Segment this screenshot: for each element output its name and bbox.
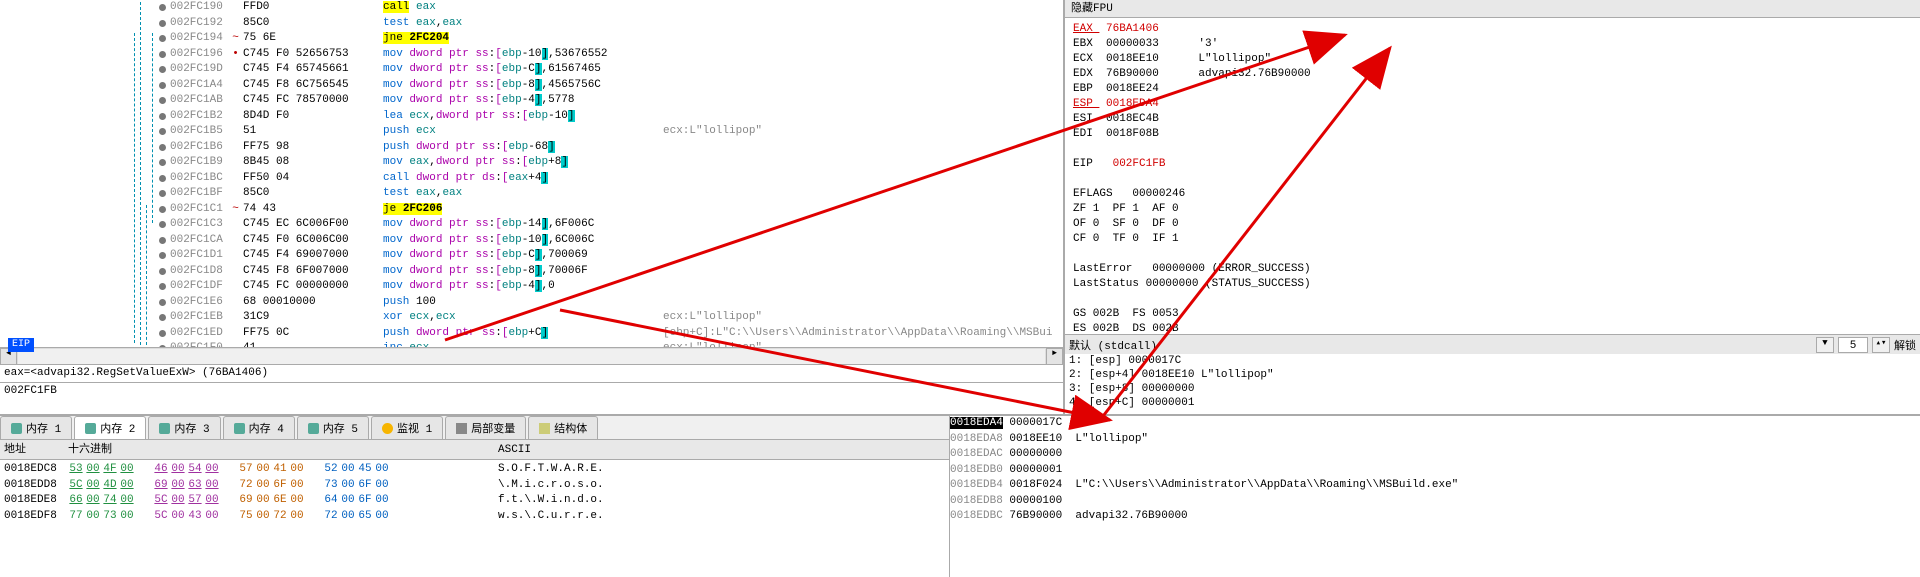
hex-row[interactable]: 0018EDE866007400 5C005700 69006E00 64006… — [0, 493, 949, 509]
mem-icon — [159, 423, 170, 434]
callconv-bar: 默认 (stdcall) ▼ ▴▾ 解锁 — [1065, 334, 1920, 354]
disasm-hscrollbar[interactable]: ◄ ► — [0, 347, 1063, 364]
disasm-row[interactable]: 002FC1ABC745 FC 78570000mov dword ptr ss… — [0, 93, 1063, 109]
eip-badge: EIP — [8, 338, 34, 352]
hex-header-addr: 地址 — [0, 440, 68, 459]
disasm-row[interactable]: 002FC1CAC745 F0 6C006C00mov dword ptr ss… — [0, 233, 1063, 249]
stack-row[interactable]: 0018EDBC 76B90000 advapi32.76B90000 — [950, 509, 1920, 525]
callconv-arg[interactable]: 4: [esp+C] 00000001 — [1069, 396, 1916, 410]
hex-header: 地址 十六进制 ASCII — [0, 440, 949, 460]
tab-监视 1[interactable]: 监视 1 — [371, 416, 443, 439]
mem-icon — [234, 423, 245, 434]
mem-icon — [11, 423, 22, 434]
disasm-row[interactable]: 002FC1EDFF75 0Cpush dword ptr ss:[ebp+C]… — [0, 326, 1063, 342]
callconv-unlock[interactable]: 解锁 — [1894, 337, 1916, 353]
scroll-track[interactable] — [17, 348, 1046, 365]
callconv-arg-count-input[interactable] — [1838, 337, 1868, 353]
disasm-row[interactable]: 002FC1BCFF50 04call dword ptr ds:[eax+4] — [0, 171, 1063, 187]
disassembly-pane: 002FC190FFD0call eax002FC19285C0test eax… — [0, 0, 1064, 414]
disasm-row[interactable]: 002FC1DFC745 FC 00000000mov dword ptr ss… — [0, 279, 1063, 295]
disassembly-listing[interactable]: 002FC190FFD0call eax002FC19285C0test eax… — [0, 0, 1063, 347]
callconv-args-list[interactable]: 1: [esp] 0000017C2: [esp+4] 0018EE10 L"l… — [1065, 354, 1920, 414]
disasm-row[interactable]: 002FC1BF85C0test eax,eax — [0, 186, 1063, 202]
callconv-dropdown-button[interactable]: ▼ — [1816, 337, 1834, 353]
callconv-arg[interactable]: 2: [esp+4] 0018EE10 L"lollipop" — [1069, 368, 1916, 382]
stack-row[interactable]: 0018EDAC 00000000 — [950, 447, 1920, 463]
disasm-row[interactable]: 002FC1A4C745 F8 6C756545mov dword ptr ss… — [0, 78, 1063, 94]
local-icon — [456, 423, 467, 434]
disasm-row[interactable]: 002FC1B28D4D F0lea ecx,dword ptr ss:[ebp… — [0, 109, 1063, 125]
stack-row[interactable]: 0018EDB8 00000100 — [950, 494, 1920, 510]
disasm-row[interactable]: 002FC19DC745 F4 65745661mov dword ptr ss… — [0, 62, 1063, 78]
stack-row[interactable]: 0018EDA8 0018EE10 L"lollipop" — [950, 432, 1920, 448]
disasm-row[interactable]: 002FC194~75 6Ejne 2FC204 — [0, 31, 1063, 47]
tab-内存 4[interactable]: 内存 4 — [223, 416, 295, 439]
tab-局部变量[interactable]: 局部变量 — [445, 416, 526, 439]
scroll-right-button[interactable]: ► — [1046, 348, 1063, 365]
disasm-row[interactable]: 002FC1B98B45 08mov eax,dword ptr ss:[ebp… — [0, 155, 1063, 171]
tab-内存 1[interactable]: 内存 1 — [0, 416, 72, 439]
stack-pane: 0018EDA4 0000017C 0018EDA8 0018EE10 L"lo… — [950, 416, 1920, 577]
callconv-label[interactable]: 默认 (stdcall) — [1069, 337, 1157, 353]
registers-body[interactable]: EAX 76BA1406 EBX 00000033 '3'ECX 0018EE1… — [1065, 18, 1920, 334]
expression-line: eax=<advapi32.RegSetValueExW> (76BA1406) — [0, 364, 1063, 382]
registers-header-hide-fpu[interactable]: 隐藏FPU — [1065, 0, 1920, 18]
disasm-row[interactable]: 002FC19285C0test eax,eax — [0, 16, 1063, 32]
disasm-row[interactable]: 002FC1C3C745 EC 6C006F00mov dword ptr ss… — [0, 217, 1063, 233]
memory-dump-pane: 内存 1内存 2内存 3内存 4内存 5监视 1局部变量结构体 地址 十六进制 … — [0, 416, 950, 577]
registers-pane: 隐藏FPU EAX 76BA1406 EBX 00000033 '3'ECX 0… — [1064, 0, 1920, 414]
callconv-arg[interactable]: 3: [esp+8] 00000000 — [1069, 382, 1916, 396]
callconv-spinner[interactable]: ▴▾ — [1872, 337, 1890, 353]
hex-row[interactable]: 0018EDF877007300 5C004300 75007200 72006… — [0, 509, 949, 525]
disasm-row[interactable]: 002FC190FFD0call eax — [0, 0, 1063, 16]
hex-row[interactable]: 0018EDD85C004D00 69006300 72006F00 73006… — [0, 478, 949, 494]
stack-row[interactable]: 0018EDB0 00000001 — [950, 463, 1920, 479]
stack-rows[interactable]: 0018EDA4 0000017C 0018EDA8 0018EE10 L"lo… — [950, 416, 1920, 525]
disasm-row[interactable]: 002FC1B6FF75 98push dword ptr ss:[ebp-68… — [0, 140, 1063, 156]
disasm-row[interactable]: 002FC1B551push ecxecx:L"lollipop" — [0, 124, 1063, 140]
disasm-row[interactable]: 002FC1D8C745 F8 6F007000mov dword ptr ss… — [0, 264, 1063, 280]
hex-header-ascii: ASCII — [488, 440, 531, 459]
tab-内存 3[interactable]: 内存 3 — [148, 416, 220, 439]
disasm-row[interactable]: 002FC196•C745 F0 52656753mov dword ptr s… — [0, 47, 1063, 63]
callconv-arg[interactable]: 1: [esp] 0000017C — [1069, 354, 1916, 368]
mem-icon — [308, 423, 319, 434]
disasm-row[interactable]: 002FC1C1~74 43je 2FC206 — [0, 202, 1063, 218]
watch-icon — [382, 423, 393, 434]
disasm-row[interactable]: 002FC1D1C745 F4 69007000mov dword ptr ss… — [0, 248, 1063, 264]
disasm-row[interactable]: 002FC1EB31C9xor ecx,ecxecx:L"lollipop" — [0, 310, 1063, 326]
address-line: 002FC1FB — [0, 382, 1063, 414]
tab-结构体[interactable]: 结构体 — [528, 416, 598, 439]
tab-内存 2[interactable]: 内存 2 — [74, 416, 146, 439]
mem-icon — [85, 423, 96, 434]
hex-rows[interactable]: 0018EDC853004F00 46005400 57004100 52004… — [0, 460, 949, 524]
dump-tabs: 内存 1内存 2内存 3内存 4内存 5监视 1局部变量结构体 — [0, 416, 949, 440]
disasm-row[interactable]: 002FC1E668 00010000push 100 — [0, 295, 1063, 311]
struct-icon — [539, 423, 550, 434]
hex-row[interactable]: 0018EDC853004F00 46005400 57004100 52004… — [0, 462, 949, 478]
tab-内存 5[interactable]: 内存 5 — [297, 416, 369, 439]
hex-header-hex: 十六进制 — [68, 440, 488, 459]
stack-row[interactable]: 0018EDB4 0018F024 L"C:\\Users\\Administr… — [950, 478, 1920, 494]
stack-row[interactable]: 0018EDA4 0000017C — [950, 416, 1920, 432]
